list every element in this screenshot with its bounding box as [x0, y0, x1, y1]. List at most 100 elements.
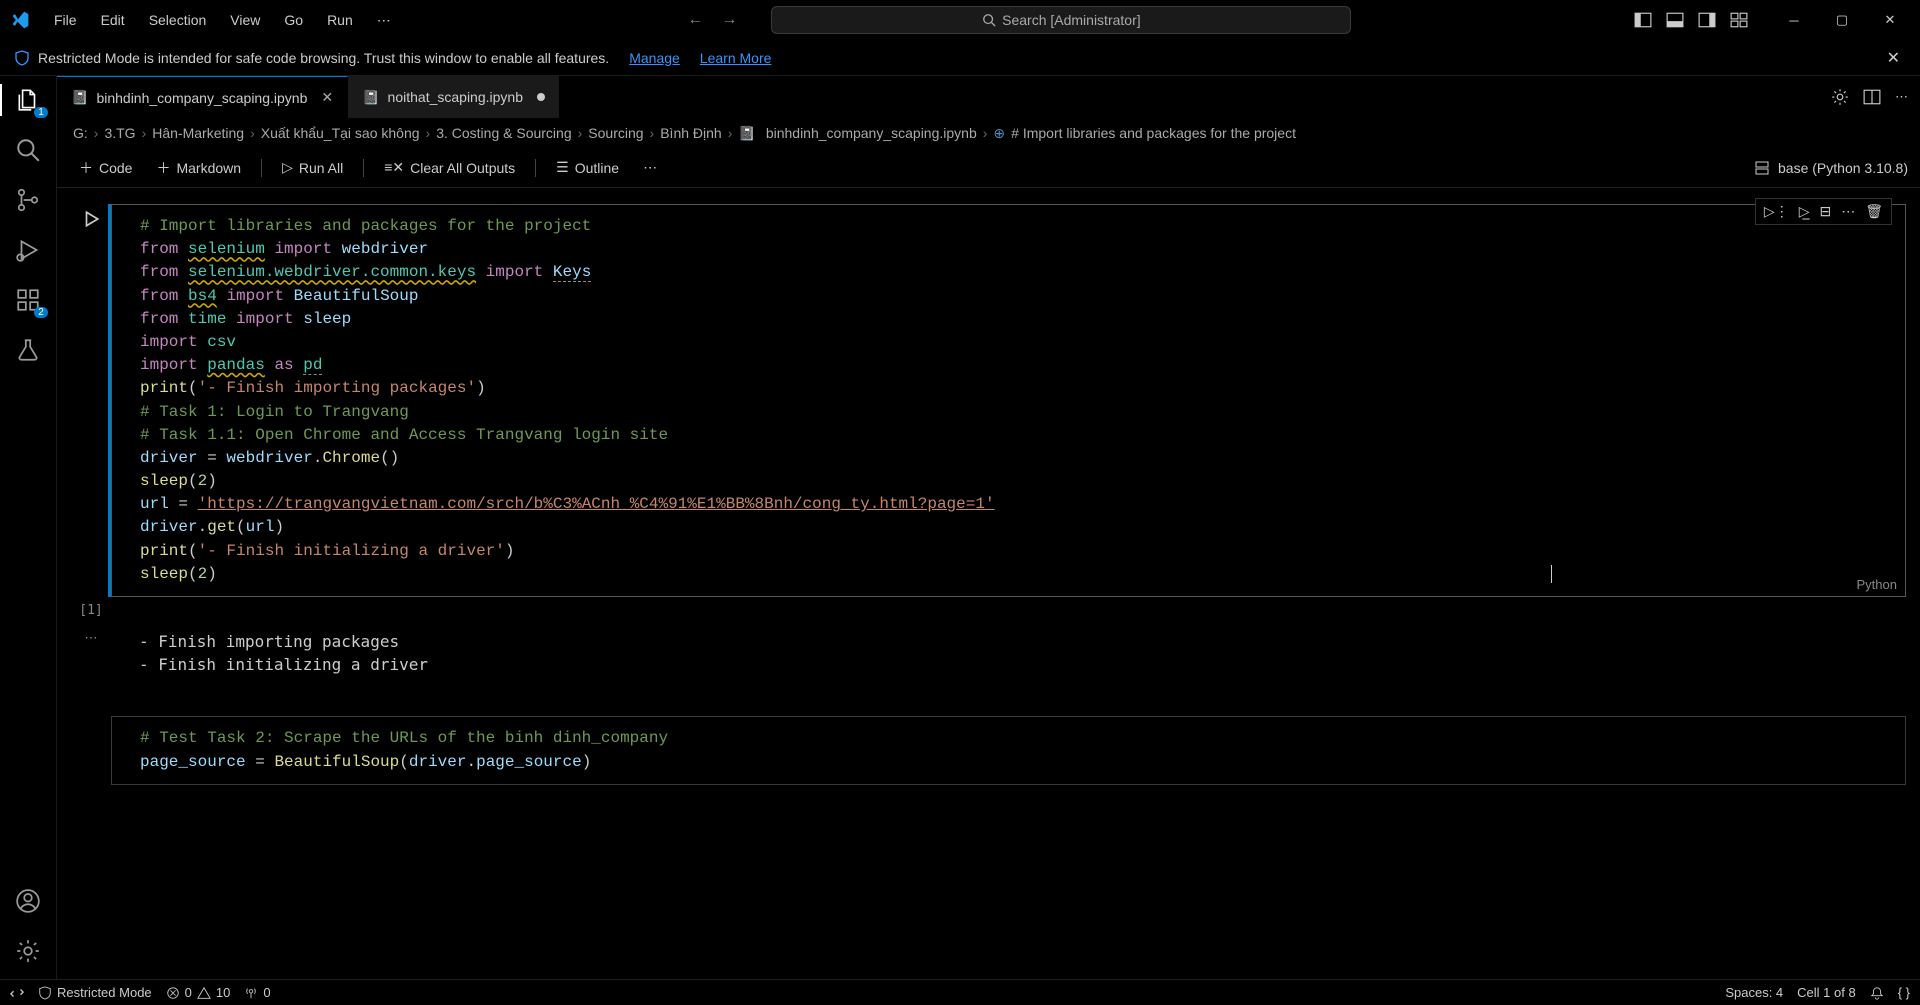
execute-above-icon[interactable]: ▷̲ — [1799, 203, 1810, 220]
menu-more[interactable]: ⋯ — [367, 8, 401, 33]
activity-account[interactable] — [12, 885, 44, 917]
cell-editor[interactable]: # Import libraries and packages for the … — [111, 204, 1906, 597]
more-icon[interactable]: ⋯ — [1841, 203, 1855, 220]
menu-edit[interactable]: Edit — [91, 8, 135, 32]
cell-editor[interactable]: # Test Task 2: Scrape the URLs of the bi… — [111, 716, 1906, 784]
split-editor-icon[interactable] — [1863, 88, 1881, 106]
learn-more-link[interactable]: Learn More — [700, 50, 772, 66]
nav-back-icon[interactable]: ← — [683, 9, 707, 31]
notebook-body: ▷⋮ ▷̲ ⊟ ⋯ 🗑 # Import libraries and packa… — [57, 188, 1920, 979]
cell-output: ⋯ - Finish importing packages - Finish i… — [71, 624, 1906, 696]
cell-language[interactable]: Python — [1857, 577, 1897, 592]
outline-button[interactable]: ☰Outline — [546, 155, 629, 180]
activity-search[interactable] — [12, 134, 44, 166]
menu-view[interactable]: View — [220, 8, 270, 32]
breadcrumb-item[interactable]: # Import libraries and packages for the … — [1011, 125, 1296, 141]
python-icon: ⊕ — [993, 125, 1005, 142]
search-icon — [982, 13, 996, 27]
activity-extensions[interactable]: 2 — [12, 284, 44, 316]
problems-status[interactable]: 0 10 — [166, 985, 231, 1000]
warning-icon — [197, 986, 211, 1000]
code-cell: # Import libraries and packages for the … — [71, 204, 1906, 597]
title-bar: File Edit Selection View Go Run ⋯ ← → Se… — [0, 0, 1920, 40]
restricted-mode-banner: Restricted Mode is intended for safe cod… — [0, 40, 1920, 76]
spaces-status[interactable]: Spaces: 4 — [1725, 985, 1783, 1000]
restricted-mode-status[interactable]: Restricted Mode — [38, 985, 152, 1000]
add-code-button[interactable]: ＋Code — [69, 154, 142, 182]
menu-run[interactable]: Run — [317, 8, 363, 32]
nav-forward-icon[interactable]: → — [717, 9, 741, 31]
manage-link[interactable]: Manage — [629, 50, 680, 66]
breadcrumb-item[interactable]: G: — [73, 125, 88, 141]
breadcrumb-item[interactable]: Xuất khẩu_Tại sao không — [261, 125, 420, 141]
activity-scm[interactable] — [12, 184, 44, 216]
code-cell: # Test Task 2: Scrape the URLs of the bi… — [71, 716, 1906, 784]
menu-file[interactable]: File — [44, 8, 87, 32]
minimize-button[interactable]: ─ — [1772, 4, 1816, 36]
run-all-button[interactable]: ▷Run All — [272, 155, 353, 180]
error-icon — [166, 986, 180, 1000]
shield-icon — [14, 50, 30, 66]
more-actions-icon[interactable]: ⋯ — [1895, 89, 1908, 105]
run-by-line-icon[interactable]: ▷⋮ — [1764, 203, 1789, 220]
run-cell-button[interactable] — [82, 210, 100, 228]
explorer-badge: 1 — [34, 107, 48, 118]
delete-icon[interactable]: 🗑 — [1865, 203, 1883, 220]
tab-binhdinh[interactable]: 📓 binhdinh_company_scaping.ipynb ✕ — [57, 76, 348, 118]
tab-noithat[interactable]: 📓 noithat_scaping.ipynb — [348, 76, 560, 118]
breadcrumb: G:› 3.TG› Hân-Marketing› Xuất khẩu_Tại s… — [57, 118, 1920, 148]
activity-explorer[interactable]: 1 — [12, 84, 44, 116]
output-text: - Finish importing packages - Finish ini… — [111, 630, 428, 676]
status-bar: Restricted Mode 0 10 0 Spaces: 4 Cell 1 … — [0, 979, 1920, 1005]
ports-status[interactable]: 0 — [244, 985, 270, 1000]
breadcrumb-item[interactable]: Hân-Marketing — [152, 125, 244, 141]
activity-bar: 1 2 — [0, 76, 56, 979]
activity-settings[interactable] — [12, 935, 44, 967]
activity-debug[interactable] — [12, 234, 44, 266]
json-icon[interactable]: { } — [1898, 985, 1910, 1000]
notifications-icon[interactable] — [1870, 986, 1884, 1000]
tab-label: noithat_scaping.ipynb — [388, 89, 523, 105]
close-button[interactable]: ✕ — [1868, 4, 1912, 36]
add-markdown-button[interactable]: ＋Markdown — [146, 154, 251, 182]
cell-position-status[interactable]: Cell 1 of 8 — [1797, 985, 1856, 1000]
activity-testing[interactable] — [12, 334, 44, 366]
breadcrumb-item[interactable]: Sourcing — [588, 125, 643, 141]
clear-outputs-button[interactable]: ≡✕Clear All Outputs — [374, 155, 525, 180]
breadcrumb-item[interactable]: 3. Costing & Sourcing — [436, 125, 571, 141]
extensions-badge: 2 — [34, 307, 48, 318]
menu-selection[interactable]: Selection — [139, 8, 217, 32]
notification-text: Restricted Mode is intended for safe cod… — [38, 50, 609, 66]
panel-right-icon[interactable] — [1698, 11, 1716, 29]
tab-label: binhdinh_company_scaping.ipynb — [96, 90, 307, 106]
panel-left-icon[interactable] — [1634, 11, 1652, 29]
radio-tower-icon — [244, 986, 258, 1000]
notebook-settings-icon[interactable] — [1831, 88, 1849, 106]
close-icon[interactable]: ✕ — [321, 89, 333, 106]
menu-go[interactable]: Go — [274, 8, 313, 32]
search-input[interactable]: Search [Administrator] — [771, 6, 1351, 34]
more-button[interactable]: ⋯ — [633, 155, 667, 180]
layout-customize-icon[interactable] — [1730, 11, 1748, 29]
debug-icon — [15, 237, 41, 263]
breadcrumb-item[interactable]: Bình Định — [660, 125, 721, 141]
kernel-selector[interactable]: base (Python 3.10.8) — [1754, 160, 1908, 176]
shield-icon — [38, 986, 52, 1000]
flask-icon — [15, 337, 41, 363]
vscode-logo-icon — [8, 8, 32, 32]
code-content[interactable]: # Import libraries and packages for the … — [112, 205, 1905, 596]
dirty-indicator-icon — [537, 93, 545, 101]
cell-toolbar: ▷⋮ ▷̲ ⊟ ⋯ 🗑 — [1755, 198, 1892, 225]
maximize-button[interactable]: ▢ — [1820, 4, 1864, 36]
remote-icon[interactable] — [10, 986, 24, 1000]
breadcrumb-item[interactable]: 3.TG — [104, 125, 135, 141]
notebook-icon: 📓 — [71, 89, 88, 106]
split-cell-icon[interactable]: ⊟ — [1819, 203, 1831, 220]
notebook-toolbar: ＋Code ＋Markdown ▷Run All ≡✕Clear All Out… — [57, 148, 1920, 188]
panel-bottom-icon[interactable] — [1666, 11, 1684, 29]
close-icon[interactable]: ✕ — [1881, 48, 1906, 68]
breadcrumb-item[interactable]: binhdinh_company_scaping.ipynb — [766, 125, 977, 141]
output-more-icon[interactable]: ⋯ — [85, 630, 98, 676]
gear-icon — [15, 938, 41, 964]
code-content[interactable]: # Test Task 2: Scrape the URLs of the bi… — [112, 717, 1905, 783]
